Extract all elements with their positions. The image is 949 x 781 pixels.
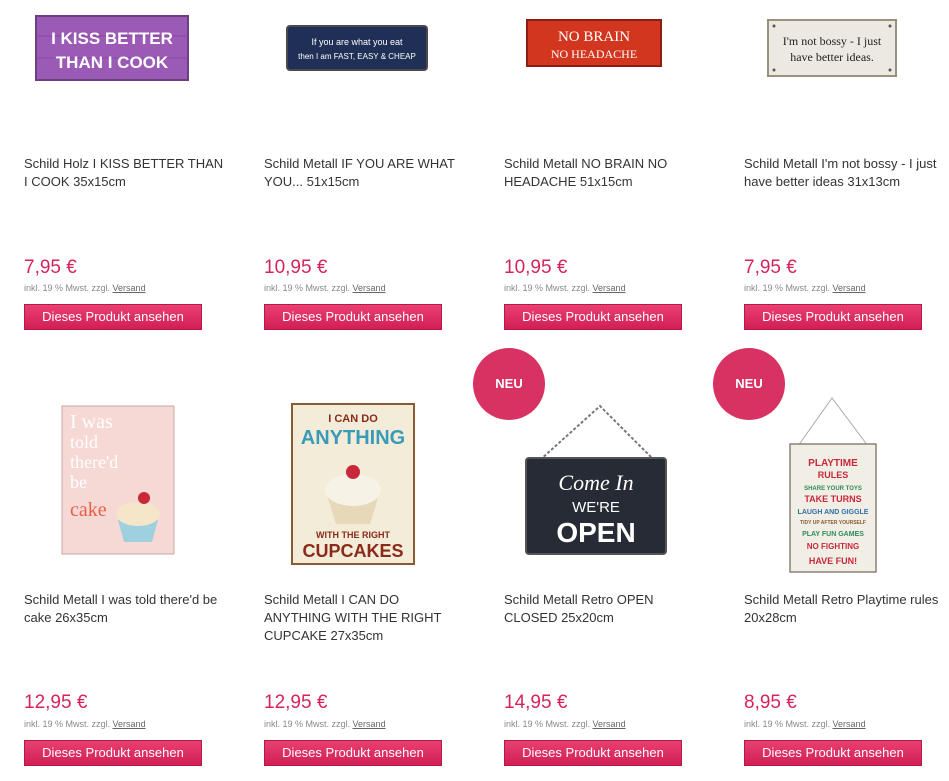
product-title[interactable]: Schild Metall I CAN DO ANYTHING WITH THE… <box>264 591 464 645</box>
view-product-button[interactable]: Dieses Produkt ansehen <box>504 740 682 766</box>
view-product-button[interactable]: Dieses Produkt ansehen <box>744 740 922 766</box>
view-product-button[interactable]: Dieses Produkt ansehen <box>504 304 682 330</box>
product-title[interactable]: Schild Metall NO BRAIN NO HEADACHE 51x15… <box>504 155 704 191</box>
sign-line: RULES <box>818 470 849 480</box>
product-price: 12,95 € <box>24 692 88 713</box>
vat-note: inkl. 19 % Mwst. zzgl. Versand <box>264 283 386 293</box>
sign-line: WE'RE <box>572 499 620 516</box>
product-image[interactable]: I KISS BETTER THAN I COOK <box>0 0 230 140</box>
product-image[interactable]: Come In WE'RE OPEN <box>480 390 710 610</box>
product-price: 14,95 € <box>504 692 568 713</box>
sign-line: told <box>70 432 98 452</box>
sign-line: TIDY UP AFTER YOURSELF <box>800 520 866 526</box>
sign-line: LAUGH AND GIGGLE <box>798 509 869 516</box>
sign-line: Come In <box>558 470 633 495</box>
sign-line: there'd <box>70 452 118 472</box>
view-product-button[interactable]: Dieses Produkt ansehen <box>24 304 202 330</box>
view-product-button[interactable]: Dieses Produkt ansehen <box>264 304 442 330</box>
product-title[interactable]: Schild Metall Retro OPEN CLOSED 25x20cm <box>504 591 704 627</box>
sign-line: ANYTHING <box>301 427 405 449</box>
product-image[interactable]: If you are what you eat then I am FAST, … <box>240 0 470 140</box>
view-product-button[interactable]: Dieses Produkt ansehen <box>264 740 442 766</box>
sign-line: SHARE YOUR TOYS <box>804 486 862 492</box>
vat-note: inkl. 19 % Mwst. zzgl. Versand <box>264 719 386 729</box>
vat-note: inkl. 19 % Mwst. zzgl. Versand <box>744 719 866 729</box>
product-title[interactable]: Schild Metall I was told there'd be cake… <box>24 591 224 627</box>
sign-line: THAN I COOK <box>56 53 169 72</box>
sign-line: NO BRAIN <box>558 29 630 45</box>
sign-line: OPEN <box>556 517 635 548</box>
product-image[interactable]: I CAN DO ANYTHING WITH THE RIGHT CUPCAKE… <box>240 390 470 570</box>
sign-line: NO FIGHTING <box>807 542 859 551</box>
sign-line: have better ideas. <box>790 50 874 64</box>
vat-note: inkl. 19 % Mwst. zzgl. Versand <box>24 283 146 293</box>
sign-line: I CAN DO <box>328 413 378 425</box>
product-price: 7,95 € <box>24 257 77 278</box>
shipping-link[interactable]: Versand <box>593 719 626 729</box>
product-title[interactable]: Schild Metall I'm not bossy - I just hav… <box>744 155 944 191</box>
sign-line: I KISS BETTER <box>51 29 173 48</box>
product-price: 8,95 € <box>744 692 797 713</box>
product-image[interactable]: PLAYTIME RULES SHARE YOUR TOYS TAKE TURN… <box>720 390 949 610</box>
sign-line: WITH THE RIGHT <box>316 530 390 540</box>
shipping-link[interactable]: Versand <box>593 283 626 293</box>
product-price: 10,95 € <box>264 257 328 278</box>
vat-note: inkl. 19 % Mwst. zzgl. Versand <box>24 719 146 729</box>
product-price: 7,95 € <box>744 257 797 278</box>
shipping-link[interactable]: Versand <box>833 283 866 293</box>
shipping-link[interactable]: Versand <box>353 283 386 293</box>
view-product-button[interactable]: Dieses Produkt ansehen <box>24 740 202 766</box>
shipping-link[interactable]: Versand <box>113 719 146 729</box>
product-title[interactable]: Schild Holz I KISS BETTER THAN I COOK 35… <box>24 155 224 191</box>
sign-line: then I am FAST, EASY & CHEAP <box>298 52 416 61</box>
sign-line: HAVE FUN! <box>809 556 857 566</box>
sign-line: I'm not bossy - I just <box>783 34 882 48</box>
sign-line: PLAYTIME <box>808 458 858 469</box>
product-price: 12,95 € <box>264 692 328 713</box>
sign-line: PLAY FUN GAMES <box>802 531 864 538</box>
shipping-link[interactable]: Versand <box>353 719 386 729</box>
shipping-link[interactable]: Versand <box>113 283 146 293</box>
sign-line: be <box>70 472 87 492</box>
sign-line: cake <box>70 499 107 521</box>
vat-note: inkl. 19 % Mwst. zzgl. Versand <box>504 719 626 729</box>
shipping-link[interactable]: Versand <box>833 719 866 729</box>
product-price: 10,95 € <box>504 257 568 278</box>
sign-line: If you are what you eat <box>311 37 403 47</box>
product-title[interactable]: Schild Metall Retro Playtime rules 20x28… <box>744 591 944 627</box>
product-title[interactable]: Schild Metall IF YOU ARE WHAT YOU... 51x… <box>264 155 464 191</box>
sign-line: CUPCAKES <box>302 541 403 561</box>
view-product-button[interactable]: Dieses Produkt ansehen <box>744 304 922 330</box>
vat-note: inkl. 19 % Mwst. zzgl. Versand <box>744 283 866 293</box>
sign-line: TAKE TURNS <box>804 494 861 504</box>
vat-note: inkl. 19 % Mwst. zzgl. Versand <box>504 283 626 293</box>
sign-line: NO HEADACHE <box>551 47 637 61</box>
sign-line: I was <box>70 411 113 433</box>
product-image[interactable]: NO BRAIN NO HEADACHE <box>480 0 710 140</box>
product-image[interactable]: I'm not bossy - I just have better ideas… <box>720 0 949 140</box>
product-image[interactable]: I was told there'd be cake <box>0 390 230 560</box>
